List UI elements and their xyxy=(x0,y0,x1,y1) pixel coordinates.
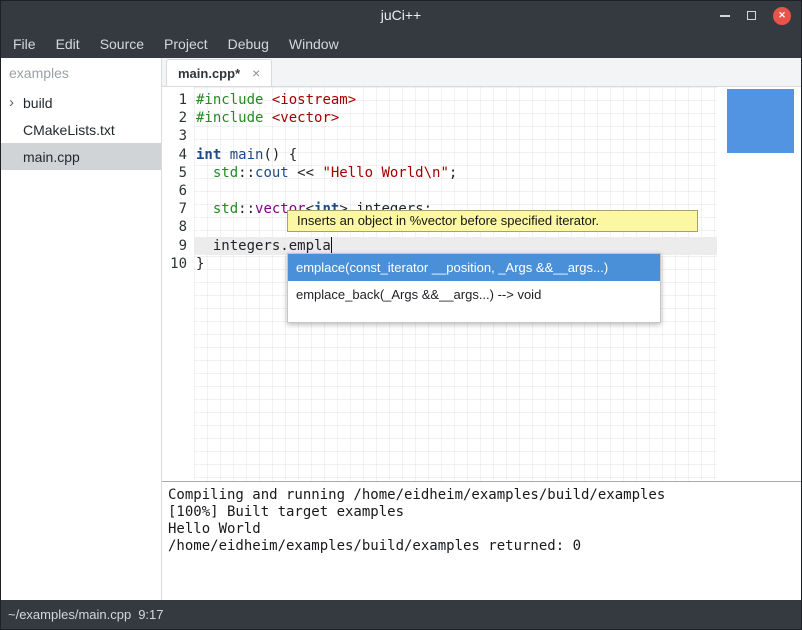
tree-item-build[interactable]: ›build xyxy=(1,89,161,116)
line-number: 2 xyxy=(162,109,194,127)
status-file-path: ~/examples/main.cpp xyxy=(8,607,131,622)
code-line: std::cout << "Hello World\n"; xyxy=(194,164,717,182)
line-number: 8 xyxy=(162,218,194,236)
menu-item-file[interactable]: File xyxy=(3,30,46,58)
file-tree: ›build CMakeLists.txt main.cpp xyxy=(1,89,161,170)
window-controls: ✕ xyxy=(720,7,801,25)
menu-bar: FileEditSourceProjectDebugWindow xyxy=(1,30,801,58)
doc-tooltip: Inserts an object in %vector before spec… xyxy=(287,210,698,232)
line-number: 9 xyxy=(162,237,194,255)
tree-item-cmakelists-txt[interactable]: CMakeLists.txt xyxy=(1,116,161,143)
tree-item-label: CMakeLists.txt xyxy=(23,122,115,138)
build-output: Compiling and running /home/eidheim/exam… xyxy=(162,481,801,600)
menu-item-debug[interactable]: Debug xyxy=(218,30,279,58)
terminal-line: /home/eidheim/examples/build/examples re… xyxy=(168,538,795,555)
tab-label: main.cpp* xyxy=(178,66,240,81)
line-number: 7 xyxy=(162,200,194,218)
completion-item[interactable]: emplace(const_iterator __position, _Args… xyxy=(288,254,660,281)
code-line xyxy=(194,182,717,200)
line-number: 4 xyxy=(162,146,194,164)
line-number: 5 xyxy=(162,164,194,182)
code-line: #include <iostream> xyxy=(194,91,717,109)
menu-item-window[interactable]: Window xyxy=(279,30,349,58)
code-editor: 12345678910 #include <iostream>#include … xyxy=(162,87,801,481)
line-number: 1 xyxy=(162,91,194,109)
status-cursor-position: 9:17 xyxy=(138,607,163,622)
code-line: #include <vector> xyxy=(194,109,717,127)
minimize-icon xyxy=(720,15,730,17)
code-line: int main() { xyxy=(194,146,717,164)
jucipp-window: juCi++ ✕ FileEditSourceProjectDebugWindo… xyxy=(0,0,802,630)
menu-item-edit[interactable]: Edit xyxy=(46,30,90,58)
line-number: 6 xyxy=(162,182,194,200)
title-bar: juCi++ ✕ xyxy=(1,1,801,30)
code-line xyxy=(194,127,717,145)
close-button[interactable]: ✕ xyxy=(773,7,791,25)
close-icon: ✕ xyxy=(778,11,786,20)
scrollbar-thumb[interactable] xyxy=(727,89,794,153)
status-bar: ~/examples/main.cpp 9:17 xyxy=(1,600,801,629)
line-number: 3 xyxy=(162,127,194,145)
tab-bar: main.cpp* × xyxy=(162,58,801,87)
code-line: integers.empla xyxy=(194,237,717,255)
overview-map xyxy=(717,87,801,481)
project-name: examples xyxy=(1,58,161,89)
editor-panel: main.cpp* × 12345678910 #include <iostre… xyxy=(162,58,801,600)
tree-item-label: main.cpp xyxy=(23,149,80,165)
tab-close-icon[interactable]: × xyxy=(252,65,260,81)
completion-item[interactable]: emplace_back(_Args &&__args...) --> void xyxy=(288,281,660,308)
tab-main-cpp[interactable]: main.cpp* × xyxy=(166,59,272,86)
window-title: juCi++ xyxy=(1,1,801,30)
chevron-right-icon: › xyxy=(9,95,23,110)
minimize-button[interactable] xyxy=(720,15,730,17)
gutter: 12345678910 xyxy=(162,87,194,481)
terminal-line: [100%] Built target examples xyxy=(168,504,795,521)
content: examples ›build CMakeLists.txt main.cpp ma… xyxy=(1,58,801,600)
terminal-line: Compiling and running /home/eidheim/exam… xyxy=(168,487,795,504)
line-number: 10 xyxy=(162,255,194,273)
text-cursor xyxy=(331,237,333,253)
menu-item-project[interactable]: Project xyxy=(154,30,218,58)
completion-popup: emplace(const_iterator __position, _Args… xyxy=(287,253,661,323)
maximize-button[interactable] xyxy=(747,11,756,20)
tree-item-main-cpp[interactable]: main.cpp xyxy=(1,143,161,170)
tree-item-label: build xyxy=(23,95,53,111)
maximize-icon xyxy=(747,11,756,20)
file-tree-panel: examples ›build CMakeLists.txt main.cpp xyxy=(1,58,162,600)
menu-item-source[interactable]: Source xyxy=(90,30,154,58)
terminal-line: Hello World xyxy=(168,521,795,538)
